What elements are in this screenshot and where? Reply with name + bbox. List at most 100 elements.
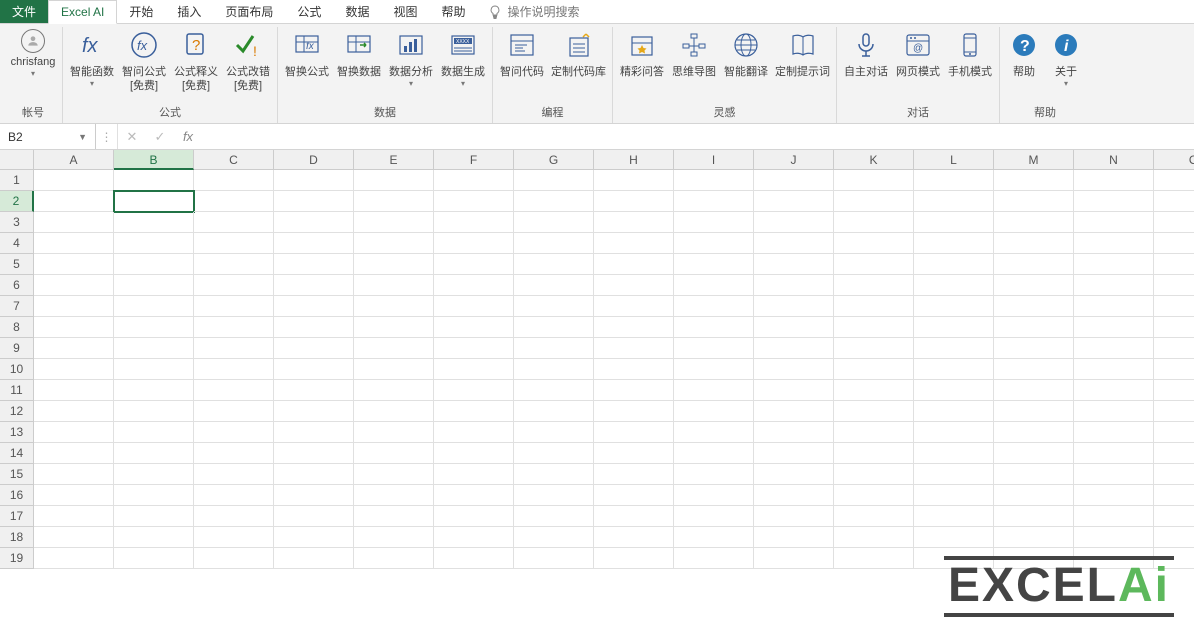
cell[interactable]: [34, 506, 114, 527]
row-header-2[interactable]: 2: [0, 191, 34, 212]
cell[interactable]: [514, 338, 594, 359]
cell[interactable]: [834, 233, 914, 254]
cell[interactable]: [1154, 254, 1194, 275]
cell[interactable]: [274, 548, 354, 569]
cell[interactable]: [194, 317, 274, 338]
cell[interactable]: [34, 422, 114, 443]
custom-lib-button[interactable]: 定制代码库: [549, 27, 608, 81]
col-header-O[interactable]: O: [1154, 150, 1194, 170]
cell[interactable]: [354, 254, 434, 275]
cell[interactable]: [1154, 296, 1194, 317]
cell[interactable]: [1074, 212, 1154, 233]
cell[interactable]: [274, 422, 354, 443]
cell[interactable]: [674, 170, 754, 191]
cell[interactable]: [1074, 317, 1154, 338]
cell[interactable]: [754, 296, 834, 317]
cell[interactable]: [1154, 464, 1194, 485]
cell[interactable]: [834, 401, 914, 422]
row-header-10[interactable]: 10: [0, 359, 34, 380]
cell[interactable]: [914, 338, 994, 359]
cell[interactable]: [34, 317, 114, 338]
cancel-edit-button[interactable]: ✕: [118, 124, 146, 149]
cell[interactable]: [194, 296, 274, 317]
cell[interactable]: [1154, 170, 1194, 191]
cell[interactable]: [594, 254, 674, 275]
cell[interactable]: [274, 401, 354, 422]
row-header-18[interactable]: 18: [0, 527, 34, 548]
cell[interactable]: [194, 275, 274, 296]
cell[interactable]: [754, 527, 834, 548]
cell[interactable]: [594, 191, 674, 212]
cell[interactable]: [594, 464, 674, 485]
cell[interactable]: [594, 506, 674, 527]
cell[interactable]: [1154, 422, 1194, 443]
cell[interactable]: [114, 380, 194, 401]
cell[interactable]: [34, 527, 114, 548]
cell[interactable]: [274, 317, 354, 338]
cell[interactable]: [1074, 254, 1154, 275]
cell[interactable]: [754, 170, 834, 191]
cell[interactable]: [1154, 380, 1194, 401]
cell[interactable]: [34, 443, 114, 464]
cell[interactable]: [594, 317, 674, 338]
cell[interactable]: [434, 212, 514, 233]
cell[interactable]: [274, 338, 354, 359]
cell[interactable]: [994, 275, 1074, 296]
cell[interactable]: [594, 359, 674, 380]
cell[interactable]: [1154, 527, 1194, 548]
cell[interactable]: [194, 506, 274, 527]
translate-button[interactable]: 智能翻译: [721, 27, 771, 81]
row-header-7[interactable]: 7: [0, 296, 34, 317]
cell[interactable]: [834, 170, 914, 191]
cell[interactable]: [834, 212, 914, 233]
cell[interactable]: [114, 527, 194, 548]
cell[interactable]: [434, 338, 514, 359]
cell[interactable]: [514, 275, 594, 296]
cell[interactable]: [674, 548, 754, 569]
cell[interactable]: [994, 401, 1074, 422]
cell[interactable]: [34, 548, 114, 569]
col-header-M[interactable]: M: [994, 150, 1074, 170]
cell[interactable]: [834, 506, 914, 527]
cell[interactable]: [994, 506, 1074, 527]
cell[interactable]: [914, 275, 994, 296]
cell[interactable]: [114, 233, 194, 254]
cell[interactable]: [434, 443, 514, 464]
cell[interactable]: [674, 359, 754, 380]
cell[interactable]: [594, 296, 674, 317]
cell[interactable]: [914, 464, 994, 485]
cell[interactable]: [354, 464, 434, 485]
col-header-C[interactable]: C: [194, 150, 274, 170]
cell[interactable]: [594, 233, 674, 254]
cell[interactable]: [514, 485, 594, 506]
cell[interactable]: [274, 212, 354, 233]
cell[interactable]: [34, 296, 114, 317]
cell[interactable]: [754, 506, 834, 527]
cell[interactable]: [434, 485, 514, 506]
tab-view[interactable]: 视图: [381, 0, 429, 23]
cell[interactable]: [34, 233, 114, 254]
mindmap-button[interactable]: 思维导图: [669, 27, 719, 81]
cell[interactable]: [1154, 401, 1194, 422]
cell[interactable]: [674, 506, 754, 527]
cell[interactable]: [34, 254, 114, 275]
cell[interactable]: [114, 254, 194, 275]
cell[interactable]: [754, 401, 834, 422]
cell[interactable]: [514, 254, 594, 275]
cell[interactable]: [354, 191, 434, 212]
cell[interactable]: [194, 485, 274, 506]
row-header-6[interactable]: 6: [0, 275, 34, 296]
cell[interactable]: [1074, 506, 1154, 527]
cell[interactable]: [274, 191, 354, 212]
cell[interactable]: [1074, 527, 1154, 548]
cell[interactable]: [1074, 296, 1154, 317]
row-header-17[interactable]: 17: [0, 506, 34, 527]
cell[interactable]: [1074, 464, 1154, 485]
cell[interactable]: [194, 359, 274, 380]
cell[interactable]: [914, 527, 994, 548]
cell[interactable]: [434, 191, 514, 212]
cell[interactable]: [834, 527, 914, 548]
row-header-11[interactable]: 11: [0, 380, 34, 401]
cell[interactable]: [594, 527, 674, 548]
cell[interactable]: [194, 254, 274, 275]
